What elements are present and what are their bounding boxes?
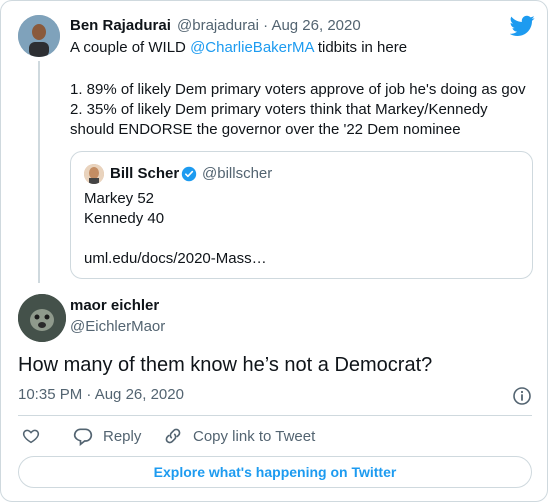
link-icon bbox=[165, 428, 181, 444]
main-author-name[interactable]: maor eichler bbox=[70, 297, 159, 314]
tweet-timestamp[interactable]: 10:35 PM · Aug 26, 2020 bbox=[18, 386, 184, 403]
parent-tweet-line-2: 1. 89% of likely Dem primary voters appr… bbox=[70, 81, 526, 98]
parent-author-name[interactable]: Ben Rajadurai bbox=[70, 17, 171, 34]
parent-tweet-line-1: A couple of WILD @CharlieBakerMA tidbits… bbox=[70, 38, 407, 58]
divider bbox=[18, 415, 532, 416]
meta-separator: · bbox=[263, 17, 269, 34]
quoted-author-name: Bill Scher bbox=[110, 165, 180, 182]
parent-author-avatar[interactable] bbox=[18, 15, 60, 57]
quoted-line-2: Kennedy 40 bbox=[84, 210, 165, 227]
reply-label: Reply bbox=[103, 427, 142, 445]
parent-date: Aug 26, 2020 bbox=[271, 17, 361, 34]
main-author-handle[interactable]: @EichlerMaor bbox=[70, 318, 165, 335]
embedded-tweet-card: Ben Rajadurai @brajadurai · Aug 26, 2020… bbox=[0, 0, 548, 502]
thread-connector-line bbox=[38, 61, 40, 283]
twitter-bird-icon[interactable] bbox=[510, 15, 535, 37]
quoted-link[interactable]: uml.edu/docs/2020-Mass… bbox=[84, 249, 267, 269]
reply-icon bbox=[73, 428, 93, 446]
explore-twitter-button[interactable]: Explore what's happening on Twitter bbox=[18, 456, 532, 488]
quoted-tweet[interactable]: Bill Scher @billscher Markey 52 Kennedy … bbox=[70, 151, 533, 279]
copy-link-button[interactable]: Copy link to Tweet bbox=[163, 426, 315, 446]
mention-link[interactable]: @CharlieBakerMA bbox=[190, 39, 314, 56]
heart-icon bbox=[22, 429, 40, 444]
quoted-author-handle: @billscher bbox=[202, 165, 273, 182]
copy-link-label: Copy link to Tweet bbox=[193, 427, 316, 445]
info-icon[interactable] bbox=[512, 386, 532, 406]
parent-tweet-line-3: 2. 35% of likely Dem primary voters thin… bbox=[70, 101, 488, 118]
verified-badge-icon bbox=[181, 166, 197, 182]
main-tweet-text: How many of them know he’s not a Democra… bbox=[18, 354, 433, 376]
parent-author-handle: @brajadurai bbox=[177, 17, 259, 34]
quoted-author-avatar bbox=[84, 164, 104, 184]
quoted-line-1: Markey 52 bbox=[84, 190, 155, 207]
like-button[interactable] bbox=[22, 426, 40, 446]
parent-text-prefix: A couple of WILD bbox=[70, 39, 191, 56]
reply-button[interactable]: Reply bbox=[73, 426, 141, 446]
main-author-avatar[interactable] bbox=[18, 294, 66, 342]
parent-tweet-line-4: should ENDORSE the governor over the '22… bbox=[70, 121, 461, 138]
parent-text-suffix: tidbits in here bbox=[313, 39, 408, 56]
parent-author-meta[interactable]: @brajadurai · Aug 26, 2020 bbox=[177, 17, 361, 34]
